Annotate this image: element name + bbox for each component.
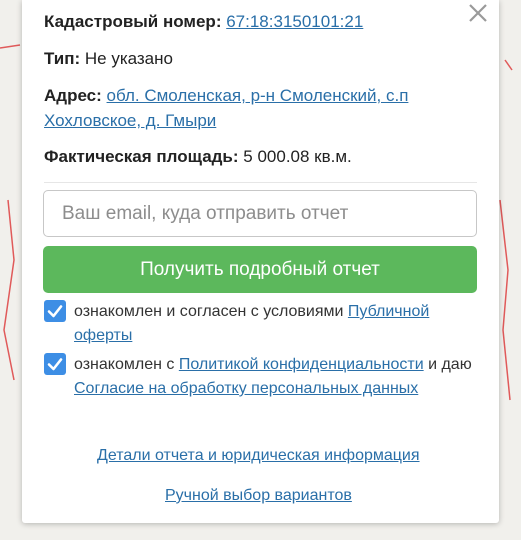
- type-label: Тип:: [44, 49, 81, 68]
- area-label: Фактическая площадь:: [44, 147, 239, 166]
- cadastral-number-label: Кадастровый номер:: [44, 12, 222, 31]
- cadastral-number-link[interactable]: 67:18:3150101:21: [226, 12, 363, 31]
- address-row: Адрес: обл. Смоленская, р-н Смоленский, …: [44, 83, 444, 133]
- cadastral-info-popup: Кадастровый номер: 67:18:3150101:21 Тип:…: [22, 0, 499, 523]
- privacy-policy-link[interactable]: Политикой конфиденциальности: [179, 356, 424, 373]
- cadastral-number-row: Кадастровый номер: 67:18:3150101:21: [44, 9, 363, 34]
- close-icon: [469, 4, 487, 22]
- offer-consent-text: ознакомлен и согласен с условиями Публич…: [74, 300, 474, 348]
- close-button[interactable]: [467, 2, 489, 24]
- address-label: Адрес:: [44, 86, 102, 105]
- privacy-consent-checkbox[interactable]: [44, 353, 66, 375]
- get-report-button[interactable]: Получить подробный отчет: [43, 246, 477, 293]
- checkmark-icon: [47, 305, 63, 318]
- privacy-consent-label-2: и даю: [423, 356, 472, 373]
- area-row: Фактическая площадь: 5 000.08 кв.м.: [44, 144, 352, 169]
- report-details-link[interactable]: Детали отчета и юридическая информация: [97, 447, 420, 465]
- manual-selection-link[interactable]: Ручной выбор вариантов: [165, 487, 352, 505]
- email-input[interactable]: [43, 190, 477, 237]
- divider: [44, 182, 477, 183]
- checkmark-icon: [47, 358, 63, 371]
- type-value: Не указано: [84, 49, 173, 68]
- privacy-consent-text: ознакомлен с Политикой конфиденциальност…: [74, 353, 474, 401]
- data-processing-consent-link[interactable]: Согласие на обработку персональных данны…: [74, 380, 418, 397]
- area-value: 5 000.08 кв.м.: [243, 147, 352, 166]
- offer-consent-label: ознакомлен и согласен с условиями: [74, 303, 348, 320]
- offer-consent-checkbox[interactable]: [44, 300, 66, 322]
- privacy-consent-label-1: ознакомлен с: [74, 356, 179, 373]
- type-row: Тип: Не указано: [44, 46, 173, 71]
